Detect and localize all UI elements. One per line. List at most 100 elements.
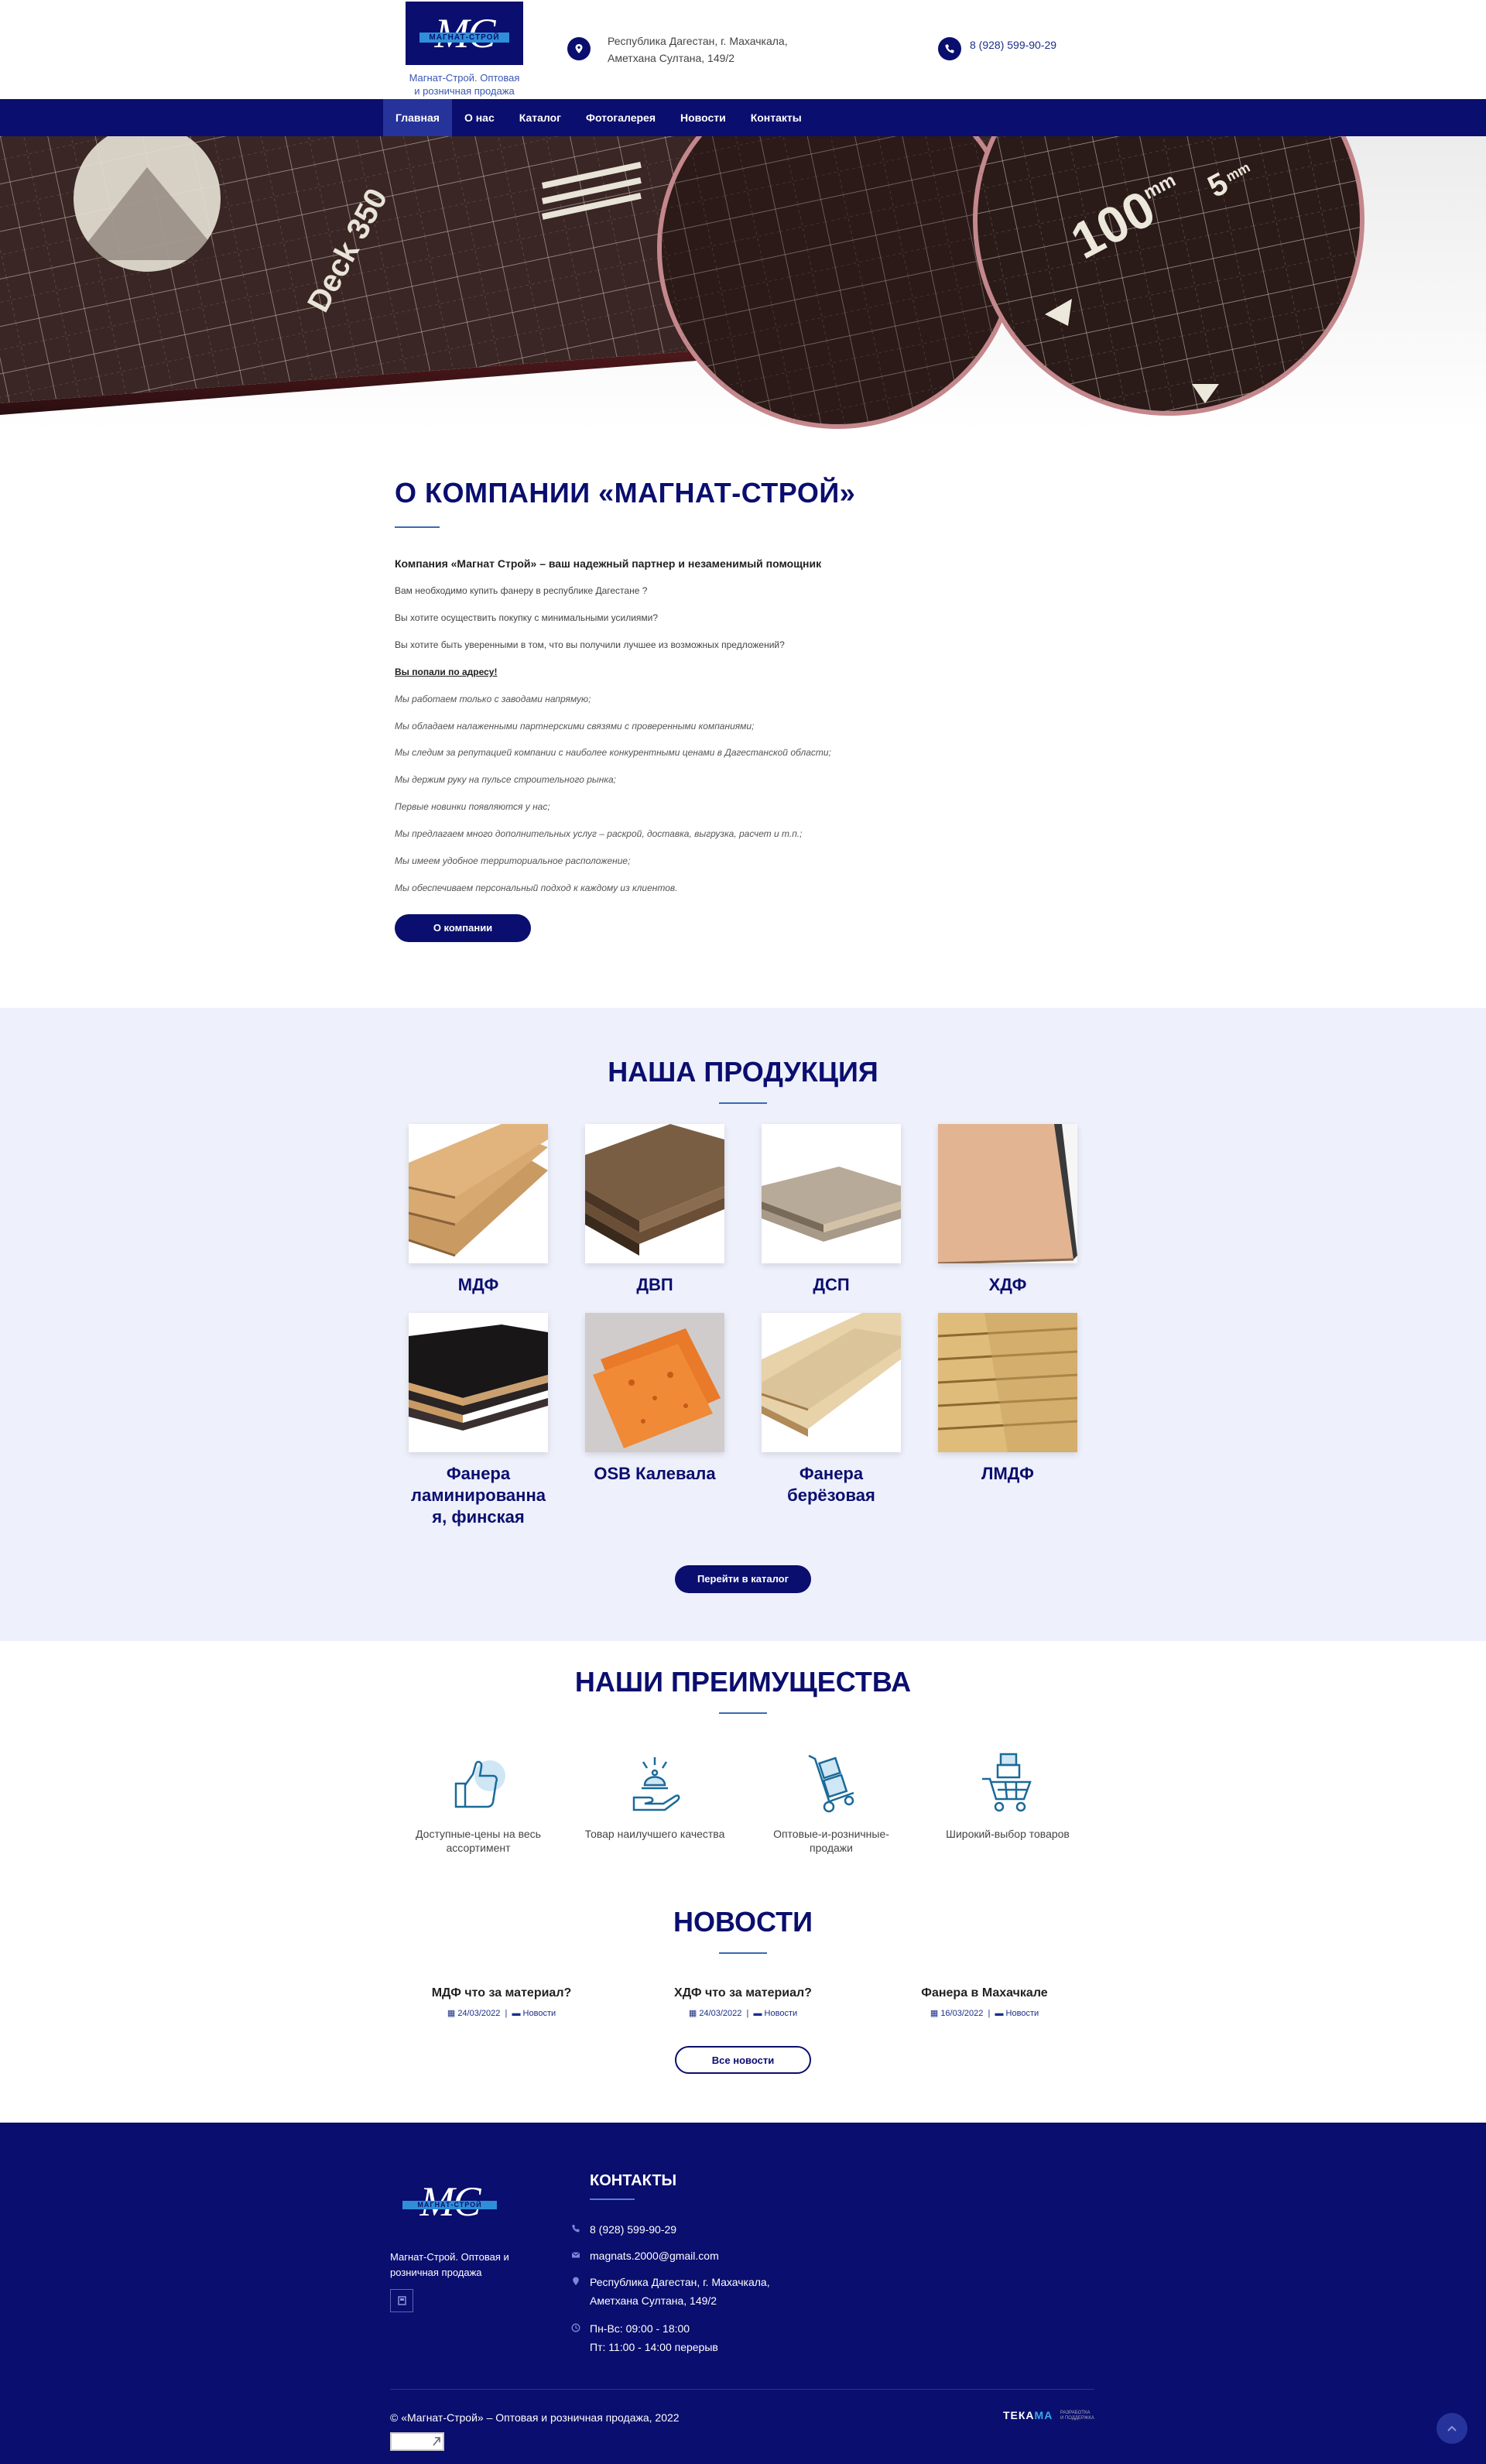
product-image-mdf[interactable] — [409, 1124, 548, 1263]
nav-item-about[interactable]: О нас — [452, 99, 507, 136]
developer-logo[interactable]: ТЕКАMA — [1003, 2409, 1053, 2421]
header-address-line2: Аметхана Султана, 149/2 — [608, 52, 735, 64]
title-divider — [395, 526, 440, 528]
phone-icon — [938, 37, 961, 60]
logo[interactable]: MC МАГНАТ-СТРОЙ Магнат-Строй. Оптовая и … — [406, 2, 523, 98]
footer-hours: Пн-Вс: 09:00 - 18:00 Пт: 11:00 - 14:00 п… — [571, 2319, 718, 2356]
product-name[interactable]: Фанера ламинированна я, финская — [409, 1463, 548, 1528]
title-divider — [590, 2198, 635, 2200]
news-title: НОВОСТИ — [673, 1906, 813, 1938]
news-item-category[interactable]: Новости — [1006, 2009, 1039, 2018]
chevron-up-icon — [1447, 2425, 1457, 2431]
product-card[interactable]: МДФ — [409, 1124, 548, 1296]
logo-caption: Магнат-Строй. Оптовая и розничная продаж… — [409, 72, 520, 97]
about-section: О КОМПАНИИ «МАГНАТ-СТРОЙ» Компания «Магн… — [0, 432, 1486, 942]
hero-image: Deck 350 100 mm 5 mm — [0, 136, 1364, 429]
hero-banner: Deck 350 100 mm 5 mm — [0, 136, 1486, 432]
news-item[interactable]: ХДФ что за материал? ▦ 24/03/2022 | ▬ Но… — [642, 1986, 844, 2018]
news-item-date: 24/03/2022 — [457, 2009, 501, 2018]
footer-logo-strip: МАГНАТ-СТРОЙ — [402, 2201, 497, 2209]
title-divider — [719, 1712, 767, 1714]
calendar-icon: ▦ — [930, 2009, 939, 2018]
product-card[interactable]: ЛМДФ — [938, 1313, 1077, 1485]
about-point: Мы следим за репутацией компании с наибо… — [395, 747, 831, 758]
product-card[interactable]: ДСП — [762, 1124, 901, 1296]
product-image-osb[interactable] — [585, 1313, 724, 1452]
clock-icon — [571, 2323, 580, 2332]
advantage-item: Товар наилучшего качества — [577, 1749, 732, 1841]
footer-caption: Магнат-Строй. Оптовая и розничная продаж… — [390, 2251, 509, 2278]
product-name[interactable]: МДФ — [409, 1274, 548, 1296]
product-card[interactable]: OSB Калевала — [585, 1313, 724, 1485]
news-item-date: 24/03/2022 — [699, 2009, 742, 2018]
header-address: Республика Дагестан, г. Махачкала, Аметх… — [608, 33, 788, 67]
advantage-label: Доступные-цены на весь ассортимент — [416, 1828, 541, 1854]
folder-icon: ▬ — [995, 2009, 1004, 2018]
header-phone[interactable]: 8 (928) 599-90-29 — [970, 39, 1056, 51]
footer-copyright: © «Магнат-Строй» – Оптовая и розничная п… — [390, 2411, 680, 2424]
about-button[interactable]: О компании — [395, 914, 531, 942]
product-card[interactable]: Фанера берёзовая — [762, 1313, 901, 1506]
product-name[interactable]: Фанера берёзовая — [762, 1463, 901, 1506]
news-item-date: 16/03/2022 — [940, 2009, 984, 2018]
about-question: Вы хотите быть уверенными в том, что вы … — [395, 639, 785, 650]
news-item-meta: ▦ 24/03/2022 | ▬ Новости — [688, 2009, 798, 2018]
news-item[interactable]: Фанера в Махачкале ▦ 16/03/2022 | ▬ Ново… — [884, 1986, 1085, 2018]
product-card[interactable]: ДВП — [585, 1124, 724, 1296]
nav-item-news[interactable]: Новости — [668, 99, 738, 136]
about-title: О КОМПАНИИ «МАГНАТ-СТРОЙ» — [395, 477, 856, 509]
news-item-title[interactable]: МДФ что за материал? — [401, 1986, 602, 2000]
catalog-button[interactable]: Перейти в каталог — [675, 1565, 811, 1593]
logo-strip: МАГНАТ-СТРОЙ — [419, 33, 509, 43]
footer-email[interactable]: magnats.2000@gmail.com — [571, 2246, 719, 2265]
title-divider — [719, 1102, 767, 1104]
advantages-section: НАШИ ПРЕИМУЩЕСТВА Доступные-цены на весь… — [0, 1641, 1486, 1873]
social-icon[interactable] — [390, 2289, 413, 2312]
product-name[interactable]: ЛМДФ — [938, 1463, 1077, 1485]
advantage-label: Широкий-выбор товаров — [946, 1828, 1070, 1840]
scroll-to-top-button[interactable] — [1436, 2413, 1467, 2444]
nav-item-contacts[interactable]: Контакты — [738, 99, 814, 136]
all-news-button[interactable]: Все новости — [675, 2046, 811, 2074]
main-nav: Главная О нас Каталог Фотогалерея Новост… — [0, 99, 1486, 136]
product-name[interactable]: OSB Калевала — [585, 1463, 724, 1485]
product-image-hdf[interactable] — [938, 1124, 1077, 1263]
phone-icon — [572, 2225, 580, 2233]
about-highlight: Вы попали по адресу! — [395, 667, 498, 677]
product-image-plywood-laminated[interactable] — [409, 1313, 548, 1452]
product-image-dvp[interactable] — [585, 1124, 724, 1263]
footer-phone[interactable]: 8 (928) 599-90-29 — [572, 2220, 676, 2239]
advantage-item: Оптовые-и-розничные-продажи — [754, 1749, 909, 1855]
nav-item-catalog[interactable]: Каталог — [507, 99, 574, 136]
header-address-line1: Республика Дагестан, г. Махачкала, — [608, 35, 788, 47]
calendar-icon: ▦ — [688, 2009, 697, 2018]
products-title: НАША ПРОДУКЦИЯ — [608, 1056, 878, 1088]
news-item[interactable]: МДФ что за материал? ▦ 24/03/2022 | ▬ Но… — [401, 1986, 602, 2018]
news-item-category[interactable]: Новости — [765, 2009, 798, 2018]
advantage-label: Товар наилучшего качества — [584, 1828, 725, 1840]
news-item-title[interactable]: ХДФ что за материал? — [642, 1986, 844, 2000]
product-image-lmdf[interactable] — [938, 1313, 1077, 1452]
news-item-category[interactable]: Новости — [523, 2009, 556, 2018]
news-item-title[interactable]: Фанера в Махачкале — [884, 1986, 1085, 2000]
footer-contacts-title: КОНТАКТЫ — [590, 2172, 677, 2189]
folder-icon: ▬ — [753, 2009, 762, 2018]
product-name[interactable]: ДСП — [762, 1274, 901, 1296]
product-card[interactable]: Фанера ламинированна я, финская — [409, 1313, 548, 1528]
bell-hand-icon — [621, 1749, 688, 1816]
about-point: Мы обеспечиваем персональный подход к ка… — [395, 882, 678, 893]
products-section: НАША ПРОДУКЦИЯ МДФ ДВП ДСП ХДФ Фанера ла… — [0, 1008, 1486, 1641]
product-name[interactable]: ДВП — [585, 1274, 724, 1296]
product-image-plywood-birch[interactable] — [762, 1313, 901, 1452]
product-image-dsp[interactable] — [762, 1124, 901, 1263]
product-name[interactable]: ХДФ — [938, 1274, 1077, 1296]
product-card[interactable]: ХДФ — [938, 1124, 1077, 1296]
news-section: НОВОСТИ МДФ что за материал? ▦ 24/03/202… — [0, 1873, 1486, 2123]
nav-item-gallery[interactable]: Фотогалерея — [574, 99, 668, 136]
about-point: Мы предлагаем много дополнительных услуг… — [395, 828, 803, 839]
site-header: MC МАГНАТ-СТРОЙ Магнат-Строй. Оптовая и … — [0, 0, 1486, 99]
nav-item-home[interactable]: Главная — [383, 99, 452, 136]
developer-tagline: РАЗРАБОТКА И ПОДДЕРЖКА — [1060, 2411, 1094, 2421]
visit-counter[interactable] — [390, 2432, 444, 2451]
footer-logo[interactable]: MC МАГНАТ-СТРОЙ — [402, 2178, 497, 2225]
